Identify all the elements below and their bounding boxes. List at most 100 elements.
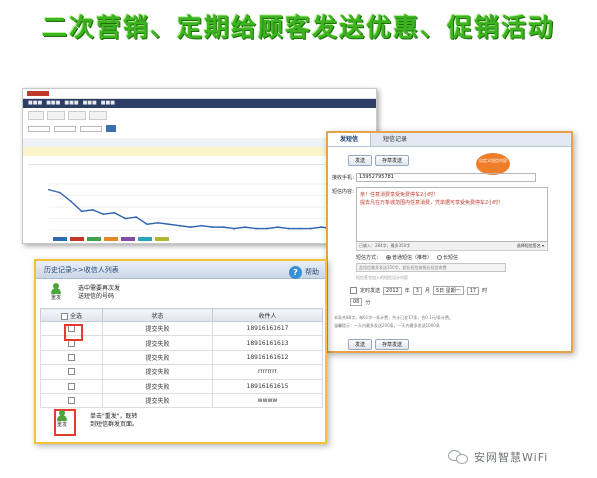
placeholder-cell <box>29 140 30 145</box>
data-point <box>146 223 148 226</box>
resend-button-top[interactable]: 重发 <box>47 283 65 301</box>
history-title-bar: 历史记录>>收信人列表 ? 帮助 <box>36 261 325 279</box>
hour-select[interactable]: 17 <box>466 286 480 295</box>
status-cell: 提交失败 <box>102 364 213 380</box>
callout-select-numbers: 选中需要再次发 送短信的号码 <box>78 285 120 301</box>
minute-select[interactable]: 08 <box>350 298 363 306</box>
send-button[interactable]: 发送 <box>348 155 373 166</box>
radio-long-sms[interactable]: 长短信 <box>437 254 458 261</box>
recipient-input[interactable]: 13952795781 <box>356 173 536 182</box>
nav-block: ■■■ <box>46 100 61 106</box>
callout-click-resend: 单击"重发"，既转 到短信群发页面。 <box>90 413 138 429</box>
nav-block: ■■■ <box>28 100 43 106</box>
row-select-cell[interactable] <box>40 364 103 380</box>
help-button[interactable]: ? 帮助 <box>289 263 319 281</box>
sms-toolbar: 发送 存草发送 <box>348 155 410 166</box>
row-select-cell[interactable] <box>40 392 103 409</box>
tab-sms-records[interactable]: 短信记录 <box>371 133 419 146</box>
year-unit: 年 <box>404 288 410 294</box>
table-row[interactable]: 提交失败 wwww <box>40 392 323 409</box>
statistics-table-header <box>23 138 376 147</box>
row-select-cell[interactable] <box>40 349 103 366</box>
statistics-tabs <box>23 108 376 123</box>
legend-swatch <box>70 237 84 241</box>
statistics-tab <box>28 111 44 120</box>
data-point <box>48 188 50 191</box>
legend-swatch <box>121 237 135 241</box>
sms-content-textarea[interactable]: 亲！任意消费享受免费停车2小时！ 提去凡在万象城范围内任意消费，凭单据可享受免费… <box>356 187 548 242</box>
recipient-cell: 18916161612 <box>212 349 323 366</box>
statistics-screenshot: ■■■ ■■■ ■■■ ■■■ ■■■ <box>22 88 377 244</box>
placeholder-cell <box>29 149 30 154</box>
radio-label: 长短信 <box>443 255 459 261</box>
send-button-bottom[interactable]: 发送 <box>348 339 373 350</box>
char-counter: 已输入：284字，最多350字 <box>359 243 411 248</box>
select-all-header[interactable]: 全选 <box>40 308 103 322</box>
select-signature-button[interactable]: 选择短信签名 ▾ <box>517 243 544 249</box>
radio-normal-sms[interactable]: 普通短信（推荐） <box>386 254 432 261</box>
data-point <box>91 208 94 211</box>
table-header: 全选 状态 收件人 <box>40 308 323 322</box>
recipient-cell: 18916161613 <box>212 335 323 351</box>
banner-title: 二次营销、定期给顾客发送优惠、促销活动 <box>41 13 555 42</box>
filter-input <box>54 125 76 132</box>
minute-unit: 分 <box>365 299 371 306</box>
table-row[interactable]: 提交失败 rrrrrrrr <box>40 364 323 380</box>
table-row[interactable]: 提交失败 18916161615 <box>40 378 323 394</box>
legend-swatch <box>87 237 101 241</box>
resend-label: 重发 <box>56 422 67 428</box>
day-select[interactable]: 5日 星期一 <box>432 286 464 295</box>
data-point <box>189 226 192 229</box>
signature-input[interactable]: 此短信最多发送350字，超长短信按照长短信收费 <box>356 263 506 272</box>
save-draft-button[interactable]: 存草发送 <box>375 155 410 166</box>
radio-label: 普通短信（推荐） <box>392 255 433 261</box>
wechat-icon <box>448 449 470 465</box>
traffic-line-chart <box>48 183 366 231</box>
watermark: 安网智慧WiFi <box>448 449 548 465</box>
select-signature-label: 选择短信签名 <box>516 243 541 248</box>
statistics-filter <box>23 123 376 134</box>
statistics-navbar: ■■■ ■■■ ■■■ ■■■ ■■■ <box>23 99 376 108</box>
data-point <box>157 221 159 224</box>
resend-button-bottom[interactable]: 重发 <box>52 410 72 428</box>
data-point <box>69 200 72 203</box>
tab-send-sms[interactable]: 发短信 <box>328 133 372 146</box>
statistics-tab <box>46 111 65 120</box>
data-point <box>178 224 181 227</box>
status-cell: 提交失败 <box>102 335 213 351</box>
schedule-minute-row: 08 分 <box>350 298 370 306</box>
table-row[interactable]: 提交失败 18916161612 <box>40 349 323 366</box>
user-icon <box>51 283 61 294</box>
sms-bottom-toolbar: 发送 存草发送 <box>348 339 410 350</box>
row-select-cell[interactable] <box>40 378 103 394</box>
checkbox-highlight <box>64 324 83 341</box>
data-point <box>244 226 247 229</box>
limit-hint: 温馨提示：一天内最多发送200条，一天内最多发送1000条 <box>334 323 440 328</box>
sms-type-label: 短信方式： <box>356 255 382 261</box>
select-all-label: 全选 <box>69 312 82 320</box>
statistics-tab <box>88 111 108 120</box>
data-point <box>58 191 61 194</box>
sms-compose-window: 发短信 短信记录 发送 存草发送 自定义短信内容 接收手机： 139527957… <box>326 131 573 353</box>
select-all-checkbox[interactable] <box>61 312 69 320</box>
nav-block: ■■■ <box>100 100 115 106</box>
data-point <box>266 227 268 230</box>
row-checkbox[interactable] <box>68 397 75 405</box>
filter-button <box>106 125 116 132</box>
save-draft-button-bottom[interactable]: 存草发送 <box>375 339 410 350</box>
legend-swatch <box>104 237 118 241</box>
nav-block: ■■■ <box>64 100 79 106</box>
month-select[interactable]: 3 <box>412 286 422 295</box>
row-checkbox[interactable] <box>68 353 75 361</box>
recipient-cell: wwww <box>212 392 323 409</box>
filter-input <box>80 125 102 132</box>
row-checkbox[interactable] <box>68 368 75 376</box>
year-select[interactable]: 2012 <box>383 286 402 295</box>
recipient-cell: rrrrrrrr <box>212 364 323 380</box>
help-icon: ? <box>289 265 302 279</box>
row-checkbox[interactable] <box>68 382 75 390</box>
schedule-label: 定时发送 <box>360 288 381 294</box>
billing-hint: 本条共88字，每61字一条计费，共计已发17条，合0.1元/条计费。 <box>334 315 453 320</box>
status-cell: 提交失败 <box>102 392 213 409</box>
schedule-checkbox[interactable] <box>350 287 357 294</box>
